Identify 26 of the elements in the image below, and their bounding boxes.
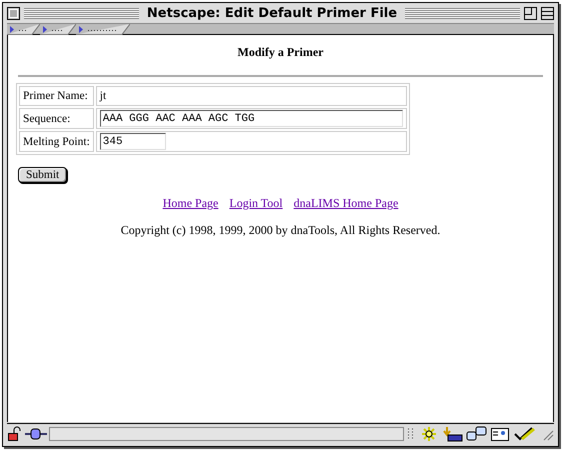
chat-icon[interactable]	[466, 426, 488, 442]
field-label: Melting Point:	[19, 131, 94, 152]
inbox-icon[interactable]	[442, 426, 464, 442]
field-label: Sequence:	[19, 108, 94, 129]
page-heading: Modify a Primer	[236, 44, 324, 61]
collapse-box-icon[interactable]	[541, 6, 554, 20]
page-link[interactable]: Login Tool	[229, 194, 283, 212]
input-field[interactable]: 345	[100, 133, 166, 150]
pen-icon[interactable]	[512, 426, 538, 442]
input-field[interactable]: AAA GGG AAC AAA AGC TGG	[100, 110, 403, 127]
submit-button[interactable]: Submit	[18, 167, 68, 183]
dots-icon[interactable]	[406, 426, 416, 440]
close-box-icon[interactable]	[7, 6, 20, 20]
field-value: jt	[96, 86, 407, 106]
window-title: Netscape: Edit Default Primer File	[146, 6, 398, 20]
field-label: Primer Name:	[19, 86, 94, 106]
zoom-box-icon[interactable]	[524, 6, 537, 20]
toolbar-tab[interactable]	[40, 24, 76, 35]
page-link[interactable]: Home Page	[162, 194, 218, 212]
lock-icon[interactable]	[7, 426, 23, 442]
toolbar-tab[interactable]	[7, 24, 40, 35]
connection-icon[interactable]	[25, 426, 47, 442]
page-link[interactable]: dnaLIMS Home Page	[294, 194, 398, 212]
address-card-icon[interactable]	[490, 426, 510, 442]
copyright-text: Copyright (c) 1998, 1999, 2000 by dnaTools, All Rights Reserved.	[120, 222, 442, 239]
toolbar-tab[interactable]	[76, 24, 130, 35]
